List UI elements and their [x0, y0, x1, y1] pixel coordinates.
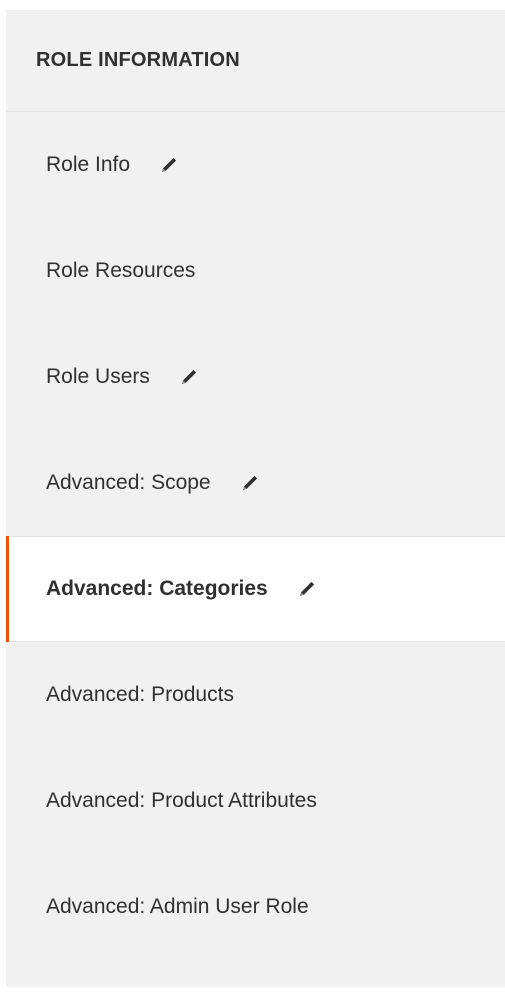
tab-role-users[interactable]: Role Users: [6, 324, 505, 430]
tab-advanced-product-attributes[interactable]: Advanced: Product Attributes: [6, 748, 505, 854]
pencil-icon: [296, 578, 318, 600]
role-tabs-nav: Role Info Role Resources Role Users Adva…: [6, 112, 505, 960]
panel-title: ROLE INFORMATION: [6, 10, 505, 112]
tab-label: Advanced: Categories: [46, 577, 268, 600]
tab-label: Advanced: Scope: [46, 471, 211, 494]
tab-advanced-categories[interactable]: Advanced: Categories: [6, 536, 505, 642]
tab-label: Advanced: Product Attributes: [46, 789, 317, 812]
tab-label: Advanced: Admin User Role: [46, 895, 309, 918]
role-information-panel: ROLE INFORMATION Role Info Role Resource…: [6, 10, 505, 987]
tab-label: Role Users: [46, 365, 150, 388]
tab-role-resources[interactable]: Role Resources: [6, 218, 505, 324]
tab-advanced-admin-user-role[interactable]: Advanced: Admin User Role: [6, 854, 505, 960]
pencil-icon: [178, 366, 200, 388]
pencil-icon: [158, 154, 180, 176]
pencil-icon: [239, 472, 261, 494]
tab-label: Advanced: Products: [46, 683, 234, 706]
tab-advanced-scope[interactable]: Advanced: Scope: [6, 430, 505, 536]
tab-label: Role Info: [46, 153, 131, 176]
tab-label: Role Resources: [46, 259, 196, 282]
tab-advanced-products[interactable]: Advanced: Products: [6, 642, 505, 748]
tab-role-info[interactable]: Role Info: [6, 112, 505, 218]
